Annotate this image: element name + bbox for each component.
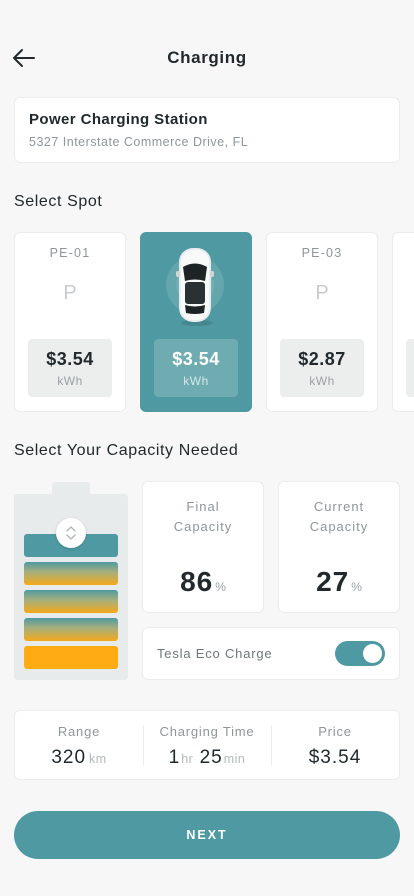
station-card[interactable]: Power Charging Station 5327 Interstate C… xyxy=(14,97,400,163)
spot-price: $3.54 xyxy=(172,348,220,369)
select-spot-title: Select Spot xyxy=(14,193,103,210)
current-capacity-card: Current Capacity 27% xyxy=(278,481,400,613)
capacity-slider-handle[interactable] xyxy=(56,518,86,548)
spot-price-box xyxy=(406,339,414,397)
range-value: 320 xyxy=(51,747,87,768)
spot-code: PE-01 xyxy=(49,246,91,260)
range-label: Range xyxy=(57,724,101,739)
range-unit: km xyxy=(89,752,107,766)
spot-card-selected[interactable]: $3.54 kWh xyxy=(140,232,252,412)
current-capacity-value: 27 xyxy=(316,566,350,597)
final-capacity-unit: % xyxy=(215,580,226,594)
charging-summary: Range 320 km Charging Time 1hr 25min Pric… xyxy=(14,710,400,780)
spot-price-box: $3.54 kWh xyxy=(28,339,112,397)
eco-charge-toggle[interactable] xyxy=(335,641,385,666)
spot-price-unit: kWh xyxy=(57,373,83,388)
spot-code: PE-03 xyxy=(301,246,343,260)
station-address: 5327 Interstate Commerce Drive, FL xyxy=(29,135,249,149)
eco-charge-label: Tesla Eco Charge xyxy=(157,646,273,661)
current-capacity-unit: % xyxy=(351,580,362,594)
current-capacity-label: Current Capacity xyxy=(309,499,369,534)
spot-price-box: $3.54 kWh xyxy=(154,339,238,397)
battery-bar xyxy=(24,646,118,669)
battery-bar xyxy=(24,590,118,613)
spot-price: $2.87 xyxy=(298,348,346,369)
eco-charge-row: Tesla Eco Charge xyxy=(142,627,400,680)
toggle-knob xyxy=(363,644,382,663)
summary-range: Range 320 km xyxy=(15,711,143,779)
final-capacity-card: Final Capacity 86% xyxy=(142,481,264,613)
final-capacity-value: 86 xyxy=(180,566,214,597)
battery-capacity-slider[interactable] xyxy=(14,494,128,680)
chevron-up-down-icon xyxy=(66,526,76,540)
spot-card-partial[interactable] xyxy=(392,232,414,412)
capacity-title: Select Your Capacity Needed xyxy=(14,442,239,459)
battery-bar xyxy=(24,562,118,585)
spot-card-pe-01[interactable]: PE-01 P $3.54 kWh xyxy=(14,232,126,412)
spot-price-box: $2.87 kWh xyxy=(280,339,364,397)
car-top-view-icon xyxy=(165,245,229,327)
final-capacity-label: Final Capacity xyxy=(173,499,233,534)
minutes-unit: min xyxy=(223,752,246,766)
station-name: Power Charging Station xyxy=(29,111,208,128)
hours-unit: hr xyxy=(181,752,194,766)
charging-hours: 1 xyxy=(168,747,181,768)
charging-time-label: Charging Time xyxy=(159,724,255,739)
charging-minutes: 25 xyxy=(199,747,223,768)
parking-icon: P xyxy=(63,282,77,304)
page-title: Charging xyxy=(167,48,247,67)
price-value: $3.54 xyxy=(308,747,362,768)
spot-card-pe-03[interactable]: PE-03 P $2.87 kWh xyxy=(266,232,378,412)
summary-price: Price $3.54 xyxy=(271,711,399,779)
summary-charging-time: Charging Time 1hr 25min xyxy=(143,711,271,779)
parking-icon: P xyxy=(315,282,329,304)
spot-price: $3.54 xyxy=(46,348,94,369)
battery-bar xyxy=(24,618,118,641)
price-label: Price xyxy=(318,724,352,739)
spot-price-unit: kWh xyxy=(183,373,209,388)
spot-price-unit: kWh xyxy=(309,373,335,388)
next-button[interactable]: NEXT xyxy=(14,811,400,859)
